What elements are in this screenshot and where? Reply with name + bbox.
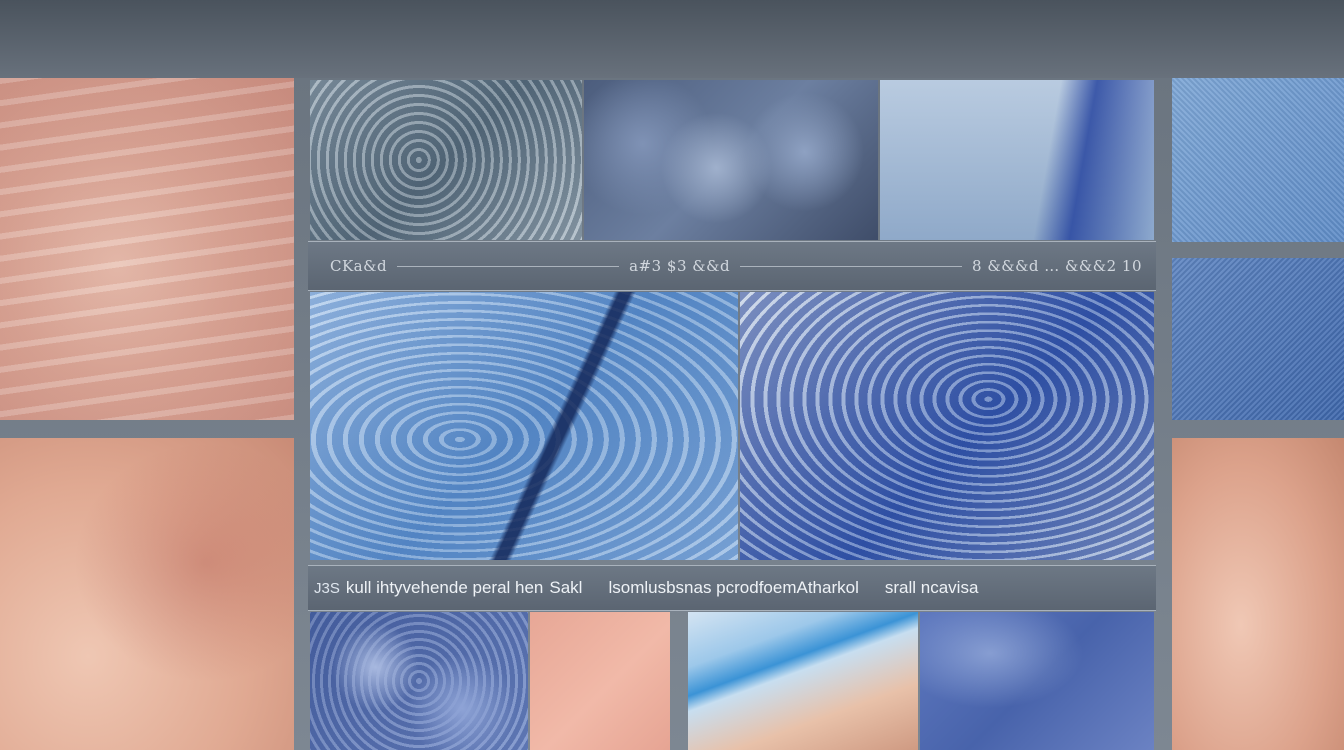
skin-photo-left-bottom (0, 438, 294, 750)
blue-ribbon-skin-photo (688, 612, 918, 750)
blue-lumpy-texture-photo (584, 80, 878, 240)
caption-top-left: CKa&d (330, 257, 388, 275)
grey-texture-photo-1 (310, 80, 582, 240)
top-bar (0, 0, 1344, 78)
caption-top-right: 8 &&&d … &&&2 10 (972, 257, 1143, 275)
caption-bottom-mark: J3S (314, 579, 340, 597)
caption-bottom-seg1: kull ihtyvehende peral hen (345, 578, 544, 597)
caption-bar-top: CKa&d a#3 $3 &&d 8 &&&d … &&&2 10 (308, 241, 1156, 291)
blue-fabric-photo-right-top (1172, 78, 1344, 242)
dark-blue-swirl-photo (740, 292, 1154, 560)
caption-bottom-seg2: Sakl (549, 578, 583, 597)
skin-photo-right-bottom (1172, 438, 1344, 750)
blue-mottled-texture-photo (310, 612, 528, 750)
blue-marble-texture-photo (920, 612, 1154, 750)
blue-veil-texture-photo (880, 80, 1154, 240)
caption-rule (740, 265, 963, 267)
caption-bottom-seg3: lsomlusbsnas pcrodfoemAtharkol (608, 578, 859, 597)
pink-skin-photo (530, 612, 670, 750)
caption-bar-bottom: J3S kull ihtyvehende peral hen Sakl lsom… (308, 565, 1156, 611)
caption-rule (397, 265, 620, 267)
blue-fabric-photo-right-middle (1172, 258, 1344, 420)
blue-swirl-photo (310, 292, 738, 560)
skin-photo-left-top (0, 78, 294, 420)
caption-top-middle: a#3 $3 &&d (629, 257, 731, 275)
caption-bottom-seg4: srall ncavisa (884, 578, 979, 597)
